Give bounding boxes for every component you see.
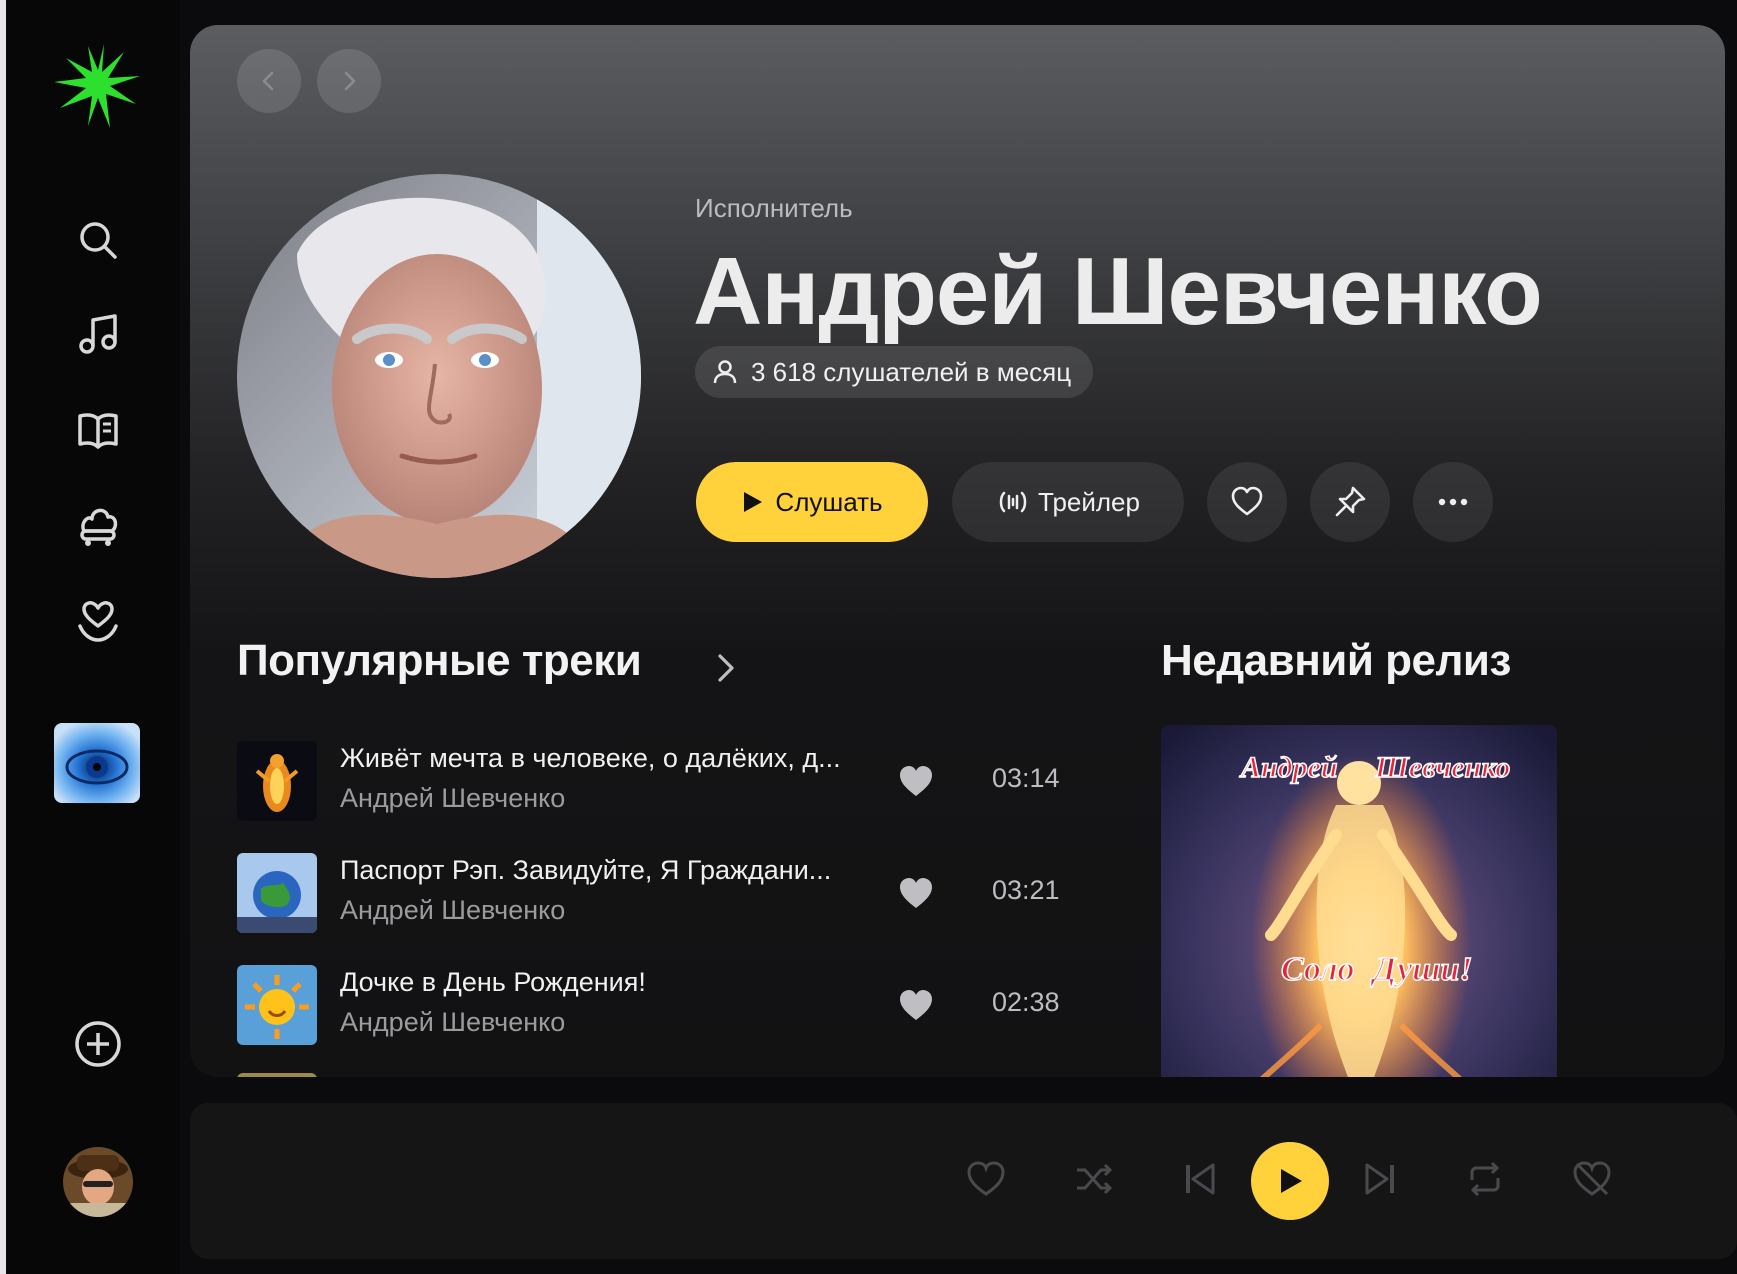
artist-name: Андрей Шевченко — [693, 238, 1543, 345]
next-icon[interactable] — [1356, 1155, 1404, 1203]
track-cover — [237, 1073, 317, 1077]
cover-text: Соло — [1281, 951, 1355, 988]
track-duration: 02:38 — [992, 987, 1060, 1017]
music-note-icon[interactable] — [70, 306, 126, 362]
track-row-partial[interactable] — [237, 1073, 1067, 1077]
search-icon[interactable] — [70, 212, 126, 268]
track-row[interactable]: Паспорт Рэп. Завидуйте, Я Граждани... Ан… — [237, 853, 1067, 937]
recent-playlist-cover[interactable] — [54, 723, 140, 803]
track-cover — [237, 965, 317, 1045]
waveform-icon — [999, 491, 1027, 513]
user-avatar[interactable] — [63, 1147, 133, 1217]
pin-button[interactable] — [1310, 462, 1390, 542]
heart-icon[interactable] — [897, 987, 935, 1023]
shuffle-icon[interactable] — [1070, 1155, 1118, 1203]
app-root: Исполнитель Андрей Шевченко 3 618 слушат… — [0, 0, 1737, 1274]
player-bar — [190, 1103, 1737, 1259]
track-duration: 03:14 — [992, 763, 1060, 793]
listen-label: Слушать — [775, 486, 883, 517]
heart-icon[interactable] — [897, 763, 935, 799]
more-dots-icon — [1438, 498, 1468, 506]
listeners-count: 3 618 слушателей в месяц — [751, 356, 1072, 387]
play-button[interactable] — [1251, 1142, 1329, 1220]
recent-release-title[interactable]: Недавний релиз — [1161, 636, 1511, 686]
track-title[interactable]: Живёт мечта в человеке, о далёких, д... — [340, 743, 841, 774]
like-artist-button[interactable] — [1207, 462, 1287, 542]
track-title[interactable]: Паспорт Рэп. Завидуйте, Я Граждани... — [340, 855, 831, 886]
track-title[interactable]: Дочке в День Рождения! — [340, 967, 646, 998]
repeat-icon[interactable] — [1461, 1155, 1509, 1203]
chevron-right-icon[interactable] — [712, 648, 740, 688]
back-button[interactable] — [237, 49, 301, 113]
popular-tracks-title[interactable]: Популярные треки — [237, 636, 642, 686]
artist-page: Исполнитель Андрей Шевченко 3 618 слушат… — [190, 25, 1725, 1077]
track-artist[interactable]: Андрей Шевченко — [340, 783, 565, 814]
listeners-badge: 3 618 слушателей в месяц — [695, 346, 1094, 398]
cover-text: Души! — [1370, 951, 1473, 988]
user-icon — [713, 360, 737, 384]
track-cover — [237, 853, 317, 933]
trailer-button[interactable]: Трейлер — [952, 462, 1184, 542]
pin-icon — [1335, 486, 1366, 517]
track-duration: 03:21 — [992, 875, 1060, 905]
track-artist[interactable]: Андрей Шевченко — [340, 895, 565, 926]
previous-icon[interactable] — [1176, 1155, 1224, 1203]
heart-collection-icon[interactable] — [70, 592, 126, 648]
track-row[interactable]: Дочке в День Рождения! Андрей Шевченко 0… — [237, 965, 1067, 1049]
play-icon — [1281, 1169, 1302, 1193]
book-icon[interactable] — [70, 402, 126, 458]
kids-icon[interactable] — [70, 497, 126, 553]
heart-icon — [1231, 486, 1263, 516]
forward-button[interactable] — [317, 49, 381, 113]
logo-icon[interactable] — [52, 42, 142, 132]
add-circle-icon[interactable] — [72, 1018, 124, 1070]
track-cover — [237, 741, 317, 821]
artist-type-label: Исполнитель — [695, 193, 853, 223]
listen-button[interactable]: Слушать — [696, 462, 928, 542]
heart-icon[interactable] — [897, 875, 935, 911]
track-artist[interactable]: Андрей Шевченко — [340, 1007, 565, 1038]
track-row[interactable]: Живёт мечта в человеке, о далёких, д... … — [237, 741, 1067, 825]
more-button[interactable] — [1413, 462, 1493, 542]
play-icon — [744, 492, 763, 512]
trailer-label: Трейлер — [1038, 486, 1140, 517]
recent-release-cover[interactable]: Андрей Шевченко Соло Души! — [1161, 725, 1557, 1077]
artist-photo — [237, 174, 641, 578]
cover-text: Андрей — [1239, 751, 1338, 784]
sidebar — [6, 0, 180, 1274]
heart-icon[interactable] — [962, 1155, 1010, 1203]
cover-text: Шевченко — [1374, 751, 1510, 784]
dislike-icon[interactable] — [1568, 1155, 1616, 1203]
